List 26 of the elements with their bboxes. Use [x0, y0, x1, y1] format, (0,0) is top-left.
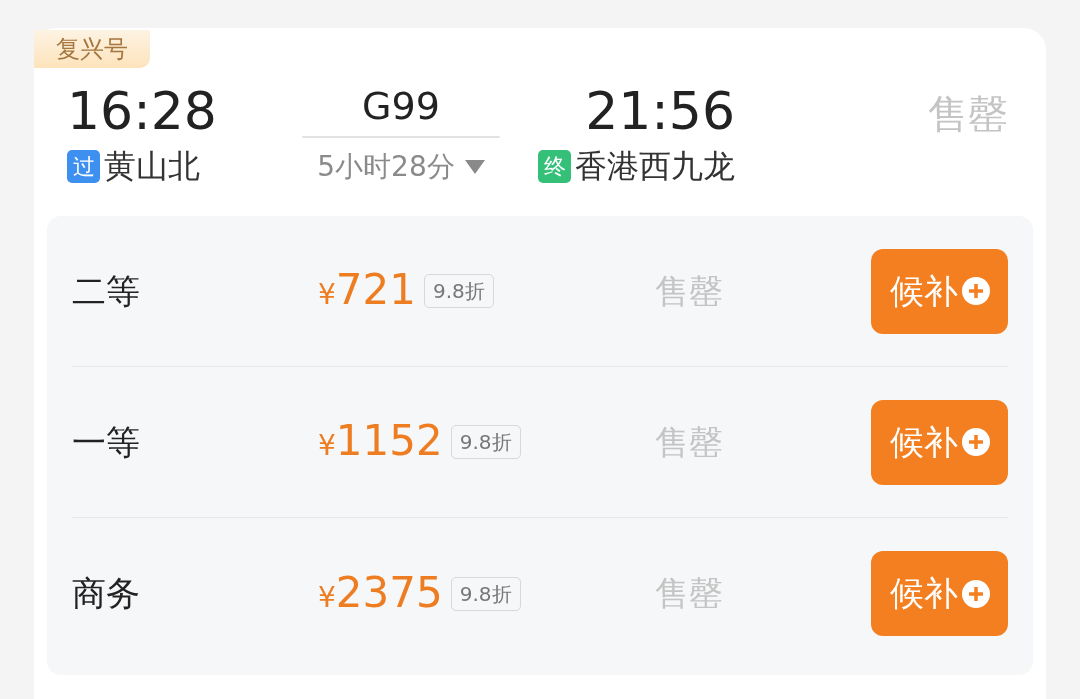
arrival-time: 21:56 [585, 80, 735, 142]
seat-class: 一等 [72, 421, 140, 462]
discount-tag: 9.8折 [450, 576, 521, 611]
departure-time: 16:28 [67, 80, 218, 142]
price: ¥721 [318, 266, 416, 316]
seat-class: 二等 [72, 270, 140, 311]
price: ¥2375 [318, 568, 443, 619]
sold-out-status: 售罄 [928, 90, 1008, 139]
station-tag: 过 [67, 149, 100, 183]
waitlist-button[interactable]: 候补 [871, 551, 1008, 636]
waitlist-button[interactable]: 候补 [871, 248, 1008, 334]
duration: 5小时28分 [317, 150, 455, 184]
dropdown-icon[interactable] [464, 160, 485, 174]
arrival-station: 香港西九龙 [575, 146, 735, 186]
discount-tag: 9.8折 [424, 274, 494, 308]
seat-class: 商务 [72, 573, 140, 613]
price: ¥1152 [318, 417, 443, 467]
train-type-badge: 复兴号 [34, 30, 150, 68]
train-number: G99 [362, 83, 440, 130]
plus-icon [961, 428, 990, 456]
plus-icon [961, 277, 990, 305]
departure-station: 黄山北 [104, 146, 200, 186]
waitlist-button[interactable]: 候补 [871, 399, 1008, 485]
discount-tag: 9.8折 [450, 425, 521, 459]
station-tag: 终 [538, 149, 571, 183]
plus-icon [961, 579, 990, 608]
